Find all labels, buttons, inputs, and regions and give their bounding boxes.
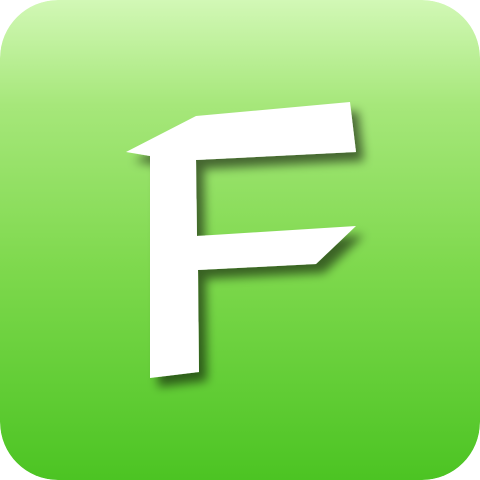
app-icon[interactable] xyxy=(0,0,480,480)
f-letter-logo-icon xyxy=(0,0,480,480)
